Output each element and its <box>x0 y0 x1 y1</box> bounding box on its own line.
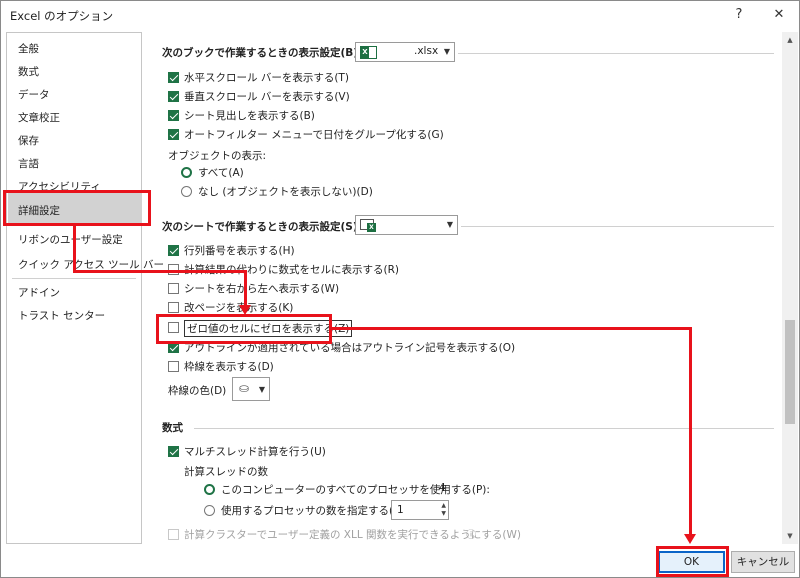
chevron-down-icon: ▼ <box>443 47 450 56</box>
annotation-line <box>73 226 76 272</box>
workbook-select-value: .xlsx <box>414 45 439 57</box>
scroll-up-icon[interactable]: ▲ <box>782 32 798 48</box>
option-vertical-scrollbar: 垂直スクロール バーを表示する(V) <box>184 91 350 103</box>
option-row-col-headers: 行列番号を表示する(H) <box>184 245 295 257</box>
title-bar: Excel のオプション ? ✕ <box>1 1 799 31</box>
annotation-line <box>689 327 692 535</box>
checkbox-row-col-headers[interactable] <box>168 245 179 256</box>
radio-objects-all[interactable] <box>181 167 192 178</box>
processor-count-value: 4 <box>439 482 446 494</box>
scroll-down-icon[interactable]: ▼ <box>782 528 798 544</box>
chevron-down-icon: ▼ <box>446 220 453 229</box>
sidebar-item-addins[interactable]: アドイン <box>18 285 60 300</box>
gridline-color-label: 枠線の色(D) <box>168 385 227 397</box>
window-title: Excel のオプション <box>10 9 114 23</box>
section-divider <box>458 53 774 54</box>
sidebar-item-proofing[interactable]: 文章校正 <box>18 110 60 125</box>
scrollbar-thumb[interactable] <box>785 320 795 424</box>
calc-threads-label: 計算スレッドの数 <box>184 466 268 478</box>
option-use-all-processors: このコンピューターのすべてのプロセッサを使用する(P): <box>221 484 490 496</box>
chevron-down-icon: ▼ <box>258 385 265 394</box>
info-icon: ⓘ <box>466 530 476 541</box>
sidebar-item-formulas[interactable]: 数式 <box>18 64 39 79</box>
annotation-line <box>332 327 692 330</box>
excel-sheet-icon: X <box>360 219 377 232</box>
annotation-highlight-zero-option <box>156 314 332 344</box>
radio-objects-none[interactable] <box>181 186 192 197</box>
stepper-arrows-icon[interactable]: ▲ ▼ <box>441 502 446 518</box>
annotation-highlight-ok <box>656 546 729 577</box>
close-icon[interactable]: ✕ <box>763 3 795 27</box>
workbook-select[interactable]: X .xlsx ▼ <box>355 42 455 62</box>
option-objects-all: すべて(A) <box>198 167 244 179</box>
annotation-line <box>244 270 247 306</box>
checkbox-xll-cluster[interactable] <box>168 529 179 540</box>
category-sidebar: 全般 数式 データ 文章校正 保存 言語 アクセシビリティ 詳細設定 リボンのユ… <box>6 32 164 544</box>
checkbox-horizontal-scrollbar[interactable] <box>168 72 179 83</box>
formula-heading: 数式 <box>162 422 183 434</box>
checkbox-vertical-scrollbar[interactable] <box>168 91 179 102</box>
sheet-display-heading: 次のシートで作業するときの表示設定(S): <box>162 221 362 233</box>
checkbox-gridlines[interactable] <box>168 361 179 372</box>
annotation-highlight-advanced <box>3 190 151 226</box>
checkbox-sheet-tabs[interactable] <box>168 110 179 121</box>
option-sheet-tabs: シート見出しを表示する(B) <box>184 110 315 122</box>
excel-file-icon: X <box>360 46 377 59</box>
option-manual-processors: 使用するプロセッサの数を指定する(M): <box>221 505 410 517</box>
sidebar-item-trust-center[interactable]: トラスト センター <box>18 308 105 323</box>
sidebar-item-save[interactable]: 保存 <box>18 133 39 148</box>
option-group-dates: オートフィルター メニューで日付をグループ化する(G) <box>184 129 444 141</box>
section-divider <box>194 428 774 429</box>
sidebar-item-language[interactable]: 言語 <box>18 156 39 171</box>
manual-processor-stepper[interactable]: 1 ▲ ▼ <box>391 500 449 520</box>
option-right-to-left: シートを右から左へ表示する(W) <box>184 283 340 295</box>
checkbox-right-to-left[interactable] <box>168 283 179 294</box>
checkbox-group-dates[interactable] <box>168 129 179 140</box>
gridline-color-picker[interactable]: ⛀ ▼ <box>232 377 270 401</box>
object-display-label: オブジェクトの表示: <box>168 150 267 162</box>
option-gridlines: 枠線を表示する(D) <box>184 361 274 373</box>
section-divider <box>461 226 774 227</box>
checkbox-multithread[interactable] <box>168 446 179 457</box>
sidebar-item-customize-ribbon[interactable]: リボンのユーザー設定 <box>18 232 123 247</box>
radio-use-all-processors[interactable] <box>204 484 215 495</box>
sidebar-divider <box>12 278 136 279</box>
option-objects-none: なし (オブジェクトを表示しない)(D) <box>198 186 373 198</box>
annotation-arrow <box>684 534 696 544</box>
sidebar-item-data[interactable]: データ <box>18 87 50 102</box>
cancel-button[interactable]: キャンセル <box>731 551 795 573</box>
sheet-select[interactable]: X ▼ <box>355 215 458 235</box>
annotation-arrow <box>239 305 251 315</box>
excel-options-dialog: Excel のオプション ? ✕ 全般 数式 データ 文章校正 保存 言語 アク… <box>0 0 800 578</box>
help-icon[interactable]: ? <box>723 3 755 27</box>
book-display-heading: 次のブックで作業するときの表示設定(B): <box>162 47 363 59</box>
option-horizontal-scrollbar: 水平スクロール バーを表示する(T) <box>184 72 349 84</box>
annotation-line <box>73 270 247 273</box>
checkbox-page-breaks[interactable] <box>168 302 179 313</box>
option-multithread: マルチスレッド計算を行う(U) <box>184 446 326 458</box>
radio-manual-processors[interactable] <box>204 505 215 516</box>
sidebar-item-general[interactable]: 全般 <box>18 41 39 56</box>
vertical-scrollbar[interactable]: ▲ ▼ <box>782 32 798 544</box>
paint-bucket-icon: ⛀ <box>239 381 250 395</box>
manual-processor-value: 1 <box>397 504 404 516</box>
